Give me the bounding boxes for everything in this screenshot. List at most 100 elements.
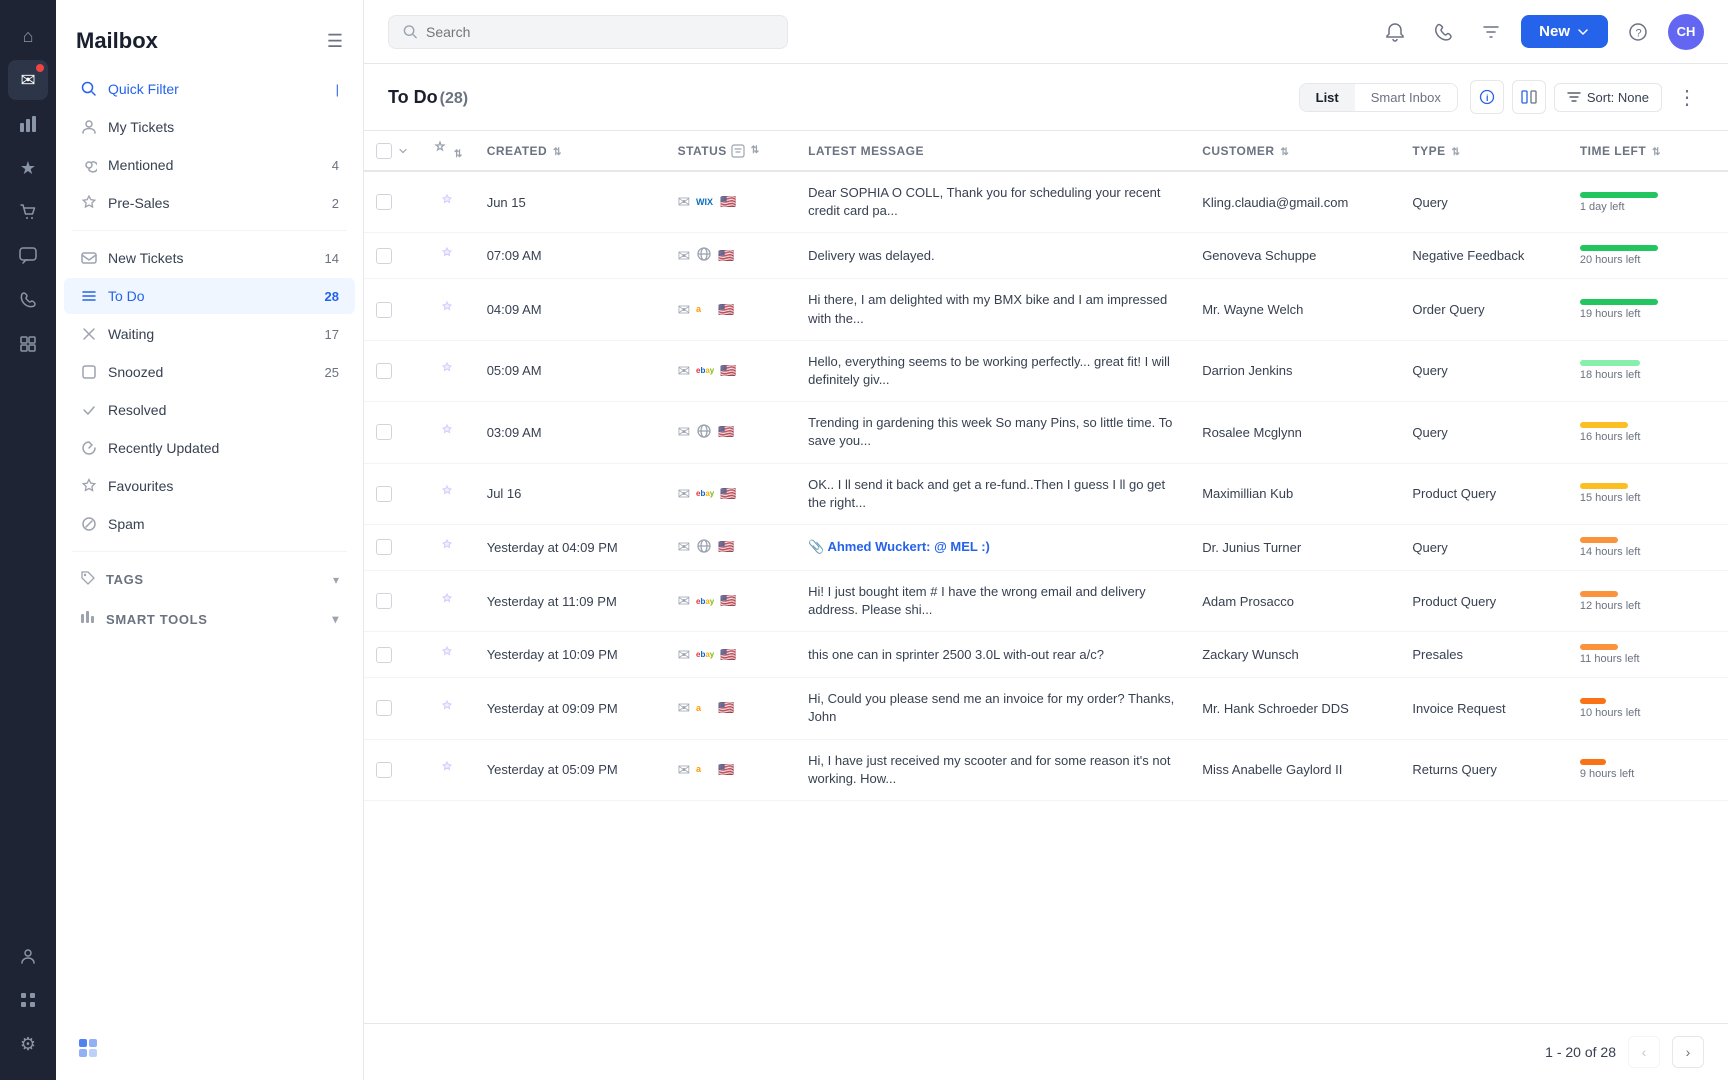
message-text: Dear SOPHIA O COLL, Thank you for schedu…: [808, 185, 1160, 218]
row-checkbox[interactable]: [376, 593, 392, 609]
sidebar-item-to-do[interactable]: To Do 28: [64, 278, 355, 314]
table-row[interactable]: Yesterday at 04:09 PM ✉ 🇺🇸 📎 Ahmed Wucke…: [364, 524, 1728, 570]
sort-button[interactable]: Sort: None: [1554, 83, 1662, 112]
select-dropdown-icon[interactable]: [398, 146, 408, 156]
row-checkbox[interactable]: [376, 486, 392, 502]
sidebar-menu-icon[interactable]: ☰: [327, 31, 343, 52]
channel-icon: [696, 246, 712, 265]
rail-chart-icon[interactable]: [8, 104, 48, 144]
created-cell: 05:09 AM: [475, 340, 666, 401]
time-left-header[interactable]: Time left ⇅: [1568, 131, 1728, 171]
sidebar-item-quick-filter[interactable]: Quick Filter |: [64, 71, 355, 107]
row-checkbox[interactable]: [376, 539, 392, 555]
columns-button[interactable]: [1512, 80, 1546, 114]
customer-header[interactable]: Customer ⇅: [1190, 131, 1400, 171]
message-cell: Hi, I have just received my scooter and …: [796, 739, 1190, 800]
row-checkbox[interactable]: [376, 424, 392, 440]
row-checkbox[interactable]: [376, 647, 392, 663]
row-checkbox[interactable]: [376, 302, 392, 318]
view-list-button[interactable]: List: [1300, 84, 1355, 111]
rail-cart-icon[interactable]: [8, 192, 48, 232]
pagination-next-button[interactable]: ›: [1672, 1036, 1704, 1068]
avatar[interactable]: CH: [1668, 14, 1704, 50]
snoozed-label: Snoozed: [108, 364, 315, 380]
phone-button[interactable]: [1425, 14, 1461, 50]
row-checkbox[interactable]: [376, 700, 392, 716]
new-button[interactable]: New: [1521, 15, 1608, 48]
help-button[interactable]: ?: [1620, 14, 1656, 50]
time-bar: [1580, 644, 1618, 650]
quick-filter-label: Quick Filter: [108, 81, 326, 97]
sidebar-item-snoozed[interactable]: Snoozed 25: [64, 354, 355, 390]
table-row[interactable]: 04:09 AM ✉ a 🇺🇸 Hi there, I am delighted…: [364, 279, 1728, 340]
rail-apps-icon[interactable]: [8, 980, 48, 1020]
time-bar-wrapper: 14 hours left: [1580, 537, 1716, 558]
row-checkbox[interactable]: [376, 363, 392, 379]
table-row[interactable]: 07:09 AM ✉ 🇺🇸 Delivery was delayed. Geno…: [364, 233, 1728, 279]
svg-text:WIX: WIX: [696, 197, 713, 207]
table-row[interactable]: Yesterday at 10:09 PM ✉ ebay 🇺🇸 this one…: [364, 632, 1728, 678]
customer-cell: Dr. Junius Turner: [1190, 524, 1400, 570]
spam-icon: [80, 515, 98, 533]
row-checkbox[interactable]: [376, 248, 392, 264]
row-magic-icon: [439, 246, 455, 262]
status-filter-icon[interactable]: [731, 144, 745, 158]
magic-sort-header[interactable]: ⇅: [420, 131, 475, 171]
status-cell: ✉ a 🇺🇸: [666, 279, 796, 340]
tags-section[interactable]: TAGS ▾: [64, 561, 355, 598]
table-row[interactable]: Yesterday at 05:09 PM ✉ a 🇺🇸 Hi, I have …: [364, 739, 1728, 800]
smart-tools-section[interactable]: SMART TOOLS ▾: [64, 600, 355, 638]
rail-chat-icon[interactable]: [8, 236, 48, 276]
sidebar-item-spam[interactable]: Spam: [64, 506, 355, 542]
sidebar-item-waiting[interactable]: Waiting 17: [64, 316, 355, 352]
sidebar-bottom-icon[interactable]: [72, 1032, 104, 1064]
rail-home-icon[interactable]: ⌂: [8, 16, 48, 56]
time-bar-wrapper: 11 hours left: [1580, 644, 1716, 665]
sidebar-item-resolved[interactable]: Resolved: [64, 392, 355, 428]
waiting-count: 17: [325, 327, 339, 342]
time-bar-wrapper: 1 day left: [1580, 192, 1716, 213]
created-cell: Jul 16: [475, 463, 666, 524]
sidebar-item-recently-updated[interactable]: Recently Updated: [64, 430, 355, 466]
select-all-checkbox[interactable]: [376, 143, 392, 159]
table-row[interactable]: Jun 15 ✉ WIX 🇺🇸 Dear SOPHIA O COLL, Than…: [364, 171, 1728, 233]
envelope-icon: ✉: [678, 485, 691, 503]
pagination-prev-button[interactable]: ‹: [1628, 1036, 1660, 1068]
rail-settings-icon[interactable]: ⚙: [8, 1024, 48, 1064]
rail-team-icon[interactable]: [8, 936, 48, 976]
row-checkbox[interactable]: [376, 194, 392, 210]
type-cell: Product Query: [1400, 570, 1568, 631]
filter-button[interactable]: [1473, 14, 1509, 50]
sidebar-item-pre-sales[interactable]: Pre-Sales 2: [64, 185, 355, 221]
sidebar-item-my-tickets[interactable]: My Tickets: [64, 109, 355, 145]
table-row[interactable]: Yesterday at 11:09 PM ✉ ebay 🇺🇸 Hi! I ju…: [364, 570, 1728, 631]
notifications-button[interactable]: [1377, 14, 1413, 50]
info-button[interactable]: i: [1470, 80, 1504, 114]
message-text: this one can in sprinter 2500 3.0L with-…: [808, 647, 1104, 662]
select-all-header[interactable]: [364, 131, 420, 171]
rail-phone-icon[interactable]: [8, 280, 48, 320]
search-input[interactable]: [426, 24, 773, 40]
pre-sales-icon: [80, 194, 98, 212]
search-box[interactable]: [388, 15, 788, 49]
table-row[interactable]: 03:09 AM ✉ 🇺🇸 Trending in gardening this…: [364, 402, 1728, 463]
type-cell: Invoice Request: [1400, 678, 1568, 739]
status-header[interactable]: Status ⇅: [666, 131, 796, 171]
created-header[interactable]: Created ⇅: [475, 131, 666, 171]
sidebar-item-new-tickets[interactable]: New Tickets 14: [64, 240, 355, 276]
channel-icon: [696, 423, 712, 442]
sidebar-item-favourites[interactable]: Favourites: [64, 468, 355, 504]
view-toggle: List Smart Inbox: [1299, 83, 1458, 112]
type-header[interactable]: Type ⇅: [1400, 131, 1568, 171]
row-checkbox[interactable]: [376, 762, 392, 778]
more-options-button[interactable]: ⋮: [1670, 80, 1704, 114]
table-row[interactable]: Yesterday at 09:09 PM ✉ a 🇺🇸 Hi, Could y…: [364, 678, 1728, 739]
table-row[interactable]: Jul 16 ✉ ebay 🇺🇸 OK.. I ll send it back …: [364, 463, 1728, 524]
rail-star-icon[interactable]: ★: [8, 148, 48, 188]
rail-mail-icon[interactable]: ✉: [8, 60, 48, 100]
table-row[interactable]: 05:09 AM ✉ ebay 🇺🇸 Hello, everything see…: [364, 340, 1728, 401]
rail-puzzle-icon[interactable]: [8, 324, 48, 364]
message-text: Hi, Could you please send me an invoice …: [808, 691, 1174, 724]
view-smart-button[interactable]: Smart Inbox: [1355, 84, 1457, 111]
sidebar-item-mentioned[interactable]: Mentioned 4: [64, 147, 355, 183]
